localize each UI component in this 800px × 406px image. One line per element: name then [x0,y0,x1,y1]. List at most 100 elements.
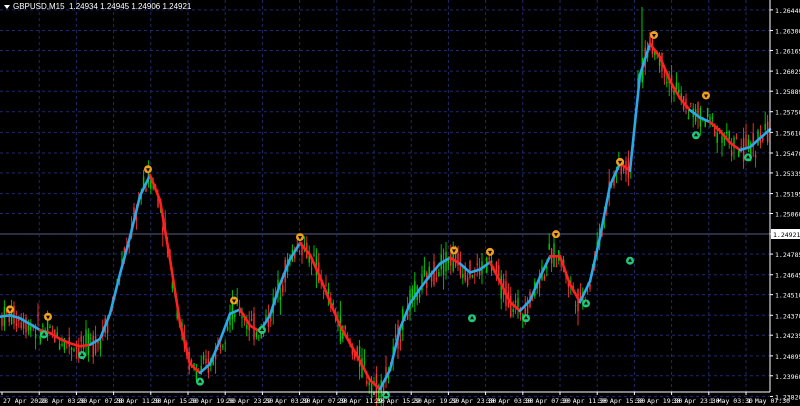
candle-body [370,384,373,399]
dropdown-arrow-icon[interactable] [4,4,10,9]
candle-body [666,82,668,84]
candle-body [73,349,75,352]
buy-arrow-icon [196,377,204,386]
ma-segment [628,73,642,173]
buy-arrow-icon [522,314,530,323]
sell-arrow-icon [230,296,238,305]
candle-body [222,346,224,347]
candle-body [25,317,27,333]
candle-body [202,355,205,360]
candle-body [51,330,54,332]
candle-body [716,132,718,143]
buy-arrow-icon [468,314,476,323]
buy-arrow-icon [626,256,634,265]
ma-segment [0,313,12,319]
candle-body [27,324,30,331]
candle-body [234,314,236,318]
buy-arrow-icon [744,153,752,162]
candle-body [399,339,402,342]
candle-body [471,274,474,278]
time-axis: 27 Apr 202028 Apr 03:3028 Apr 07:3028 Ap… [1,392,790,405]
candle-body [92,335,94,358]
price-chart[interactable]: 1.26440 1.26300 1.26165 1.26025 1.25889 1.257… [0,0,800,406]
candle-body [34,334,37,339]
candle-body [30,326,32,331]
ma-segment [468,268,482,274]
candle-body [546,266,548,269]
ma-segment [398,302,412,330]
candle-body [344,325,346,330]
candle-body [745,134,747,149]
candle-body [366,380,368,384]
sell-arrow-icon [450,246,458,255]
candle-body [246,324,248,329]
chart-title: GBPUSD,M15 1.24934 1.24945 1.24906 1.249… [4,2,191,11]
candle-body [754,155,757,158]
candle-body [514,300,517,303]
candle-body [70,347,73,351]
candle-body [22,321,25,329]
price-tick-label: 1.25889 [775,88,800,96]
candle-body [721,136,723,143]
ma-segment [168,257,182,324]
candle-body [466,277,469,286]
price-tick-label: 1.25750 [775,109,800,117]
candle-body [190,360,193,362]
sell-arrow-icon [6,305,14,314]
candle-body [663,75,666,77]
candle-body [423,270,426,276]
candle-body [574,305,577,306]
candle-body [675,82,678,90]
price-tick-label: 1.25610 [775,129,800,137]
candle-body [255,332,258,338]
price-tick-label: 1.26300 [775,28,800,36]
price-tick-label: 1.25470 [775,150,800,158]
price-tick-label: 1.24235 [775,332,800,340]
ma-segment [108,272,122,316]
candle-body [90,338,92,339]
candle-body [145,188,147,192]
price-tick-label: 1.24510 [775,292,800,300]
price-tick-label: 1.25335 [775,170,800,178]
ohlc-readout: 1.24934 1.24945 1.24906 1.24921 [69,2,192,11]
candle-body [704,121,706,127]
candle-body [241,316,243,319]
candle-body [279,296,282,300]
sell-arrow-icon [616,157,624,166]
ma-segment [158,198,172,261]
ma-segment [328,300,342,327]
ma-segment [268,283,282,317]
price-tick-label: 1.25060 [775,210,800,218]
candle-body [298,251,301,253]
candle-body [282,285,284,293]
price-tick-label: 1.26440 [775,7,800,15]
ma-segment [538,254,552,279]
sell-arrow-icon [552,230,560,239]
candle-body [476,263,478,266]
candle-body [75,346,78,349]
sell-arrow-icon [650,30,658,39]
candle-body [219,345,222,348]
candle-body [438,271,440,277]
moving-average-line [0,42,772,391]
candle-body [322,292,325,294]
candle-body [205,358,207,364]
chart-window[interactable]: 1.26440 1.26300 1.26165 1.26025 1.25889 1.257… [0,0,800,406]
candle-body [85,329,87,344]
buy-arrow-icon [582,299,590,308]
candle-body [442,262,445,275]
ma-segment [78,343,92,348]
sell-arrow-icon [144,165,152,174]
candle-body [42,325,44,327]
price-tick-label: 1.26025 [775,68,800,76]
candle-body [325,284,327,286]
candle-body [517,298,519,308]
candle-body [469,260,471,278]
price-tick-label: 1.23960 [775,373,800,381]
candle-body [99,340,102,350]
ma-segment [608,162,622,187]
sell-arrow-icon [702,91,710,100]
sell-arrow-icon [296,233,304,242]
candle-body [488,257,490,260]
candle-body [543,275,546,280]
